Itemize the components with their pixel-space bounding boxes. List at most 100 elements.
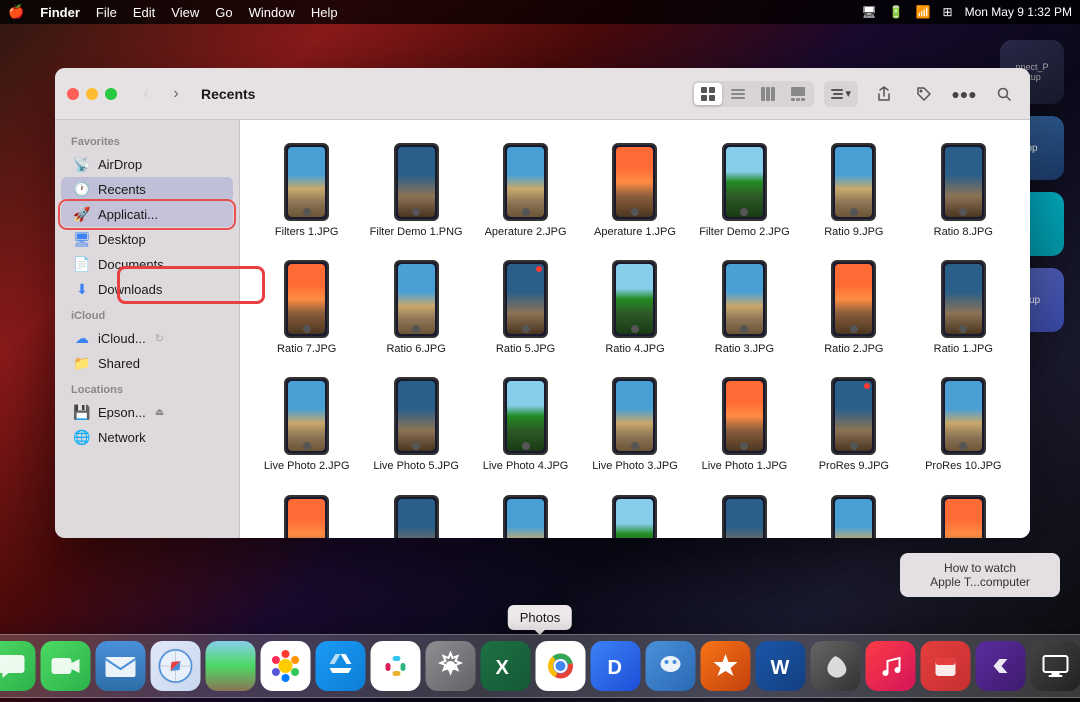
file-item-r4-7[interactable]	[913, 488, 1014, 538]
svg-text:D: D	[608, 657, 622, 679]
menu-file[interactable]: File	[96, 5, 117, 20]
app-name[interactable]: Finder	[40, 5, 80, 20]
file-item-prores10[interactable]: ProRes 10.JPG	[913, 370, 1014, 479]
music-icon	[866, 641, 916, 691]
finder-window: ‹ › Recents	[55, 68, 1030, 538]
forward-button[interactable]: ›	[163, 84, 189, 104]
dock-item-chrome[interactable]	[536, 641, 586, 691]
menu-help[interactable]: Help	[311, 5, 338, 20]
file-item-r4-5[interactable]	[694, 488, 795, 538]
dock-item-sparrow[interactable]	[811, 641, 861, 691]
dock-item-appstore[interactable]	[316, 641, 366, 691]
file-item-livephoto1[interactable]: Live Photo 1.JPG	[694, 370, 795, 479]
share-button[interactable]	[870, 80, 898, 108]
slack-icon	[371, 641, 421, 691]
file-item-livephoto4[interactable]: Live Photo 4.JPG	[475, 370, 576, 479]
dock-item-reeder[interactable]	[701, 641, 751, 691]
file-item-ratio7[interactable]: Ratio 7.JPG	[256, 253, 357, 362]
gallery-view-button[interactable]	[784, 83, 812, 105]
file-item-ratio5[interactable]: Ratio 5.JPG	[475, 253, 576, 362]
sidebar-item-recents[interactable]: 🕐 Recents	[61, 177, 233, 202]
dock-item-safari[interactable]	[151, 641, 201, 691]
dock-item-messages[interactable]	[0, 641, 36, 691]
share-icon	[876, 86, 892, 102]
close-button[interactable]	[67, 88, 79, 100]
dock-item-fantastical[interactable]	[921, 641, 971, 691]
dock-item-slack[interactable]	[371, 641, 421, 691]
file-item-r4-3[interactable]	[475, 488, 576, 538]
dock-item-excel[interactable]: X	[481, 641, 531, 691]
file-item-livephoto3[interactable]: Live Photo 3.JPG	[584, 370, 685, 479]
dock-item-shortcuts[interactable]	[976, 641, 1026, 691]
minimize-button[interactable]	[86, 88, 98, 100]
sidebar-item-icloud[interactable]: ☁ iCloud... ↻	[61, 326, 233, 351]
column-view-button[interactable]	[754, 83, 782, 105]
sidebar-item-downloads[interactable]: ⬇ Downloads	[61, 277, 233, 302]
sidebar-item-applications[interactable]: 🚀 Applicati...	[61, 202, 233, 227]
file-item-prores9[interactable]: ProRes 9.JPG	[803, 370, 904, 479]
sparrow-icon	[811, 641, 861, 691]
list-view-button[interactable]	[724, 83, 752, 105]
menu-go[interactable]: Go	[215, 5, 232, 20]
file-thumb	[814, 494, 894, 538]
sidebar-item-airdrop[interactable]: 📡 AirDrop	[61, 152, 233, 177]
search-button[interactable]	[990, 80, 1018, 108]
photos-icon	[261, 641, 311, 691]
sidebar-item-desktop[interactable]: 🖥 Desktop	[61, 227, 233, 252]
file-item-filterdemo1[interactable]: Filter Demo 1.PNG	[365, 136, 466, 245]
file-item-filterdemo2[interactable]: Filter Demo 2.JPG	[694, 136, 795, 245]
menu-window[interactable]: Window	[249, 5, 295, 20]
maximize-button[interactable]	[105, 88, 117, 100]
sidebar-item-documents[interactable]: 📄 Documents	[61, 252, 233, 277]
file-item-livephoto2[interactable]: Live Photo 2.JPG	[256, 370, 357, 479]
file-item-ratio9[interactable]: Ratio 9.JPG	[803, 136, 904, 245]
file-item-aperature2[interactable]: Aperature 2.JPG	[475, 136, 576, 245]
file-item-ratio6[interactable]: Ratio 6.JPG	[365, 253, 466, 362]
dock-item-screencapture[interactable]	[1031, 641, 1080, 691]
dock-item-facetime[interactable]	[41, 641, 91, 691]
menu-view[interactable]: View	[171, 5, 199, 20]
file-item-ratio2[interactable]: Ratio 2.JPG	[803, 253, 904, 362]
icon-view-button[interactable]	[694, 83, 722, 105]
dock-item-mail[interactable]	[96, 641, 146, 691]
back-button[interactable]: ‹	[133, 84, 159, 104]
file-name: Aperature 2.JPG	[485, 226, 567, 239]
menu-edit[interactable]: Edit	[133, 5, 155, 20]
file-item-r4-1[interactable]	[256, 488, 357, 538]
file-item-filters1[interactable]: Filters 1.JPG	[256, 136, 357, 245]
file-item-r4-4[interactable]	[584, 488, 685, 538]
dock-item-music[interactable]	[866, 641, 916, 691]
dock-item-word[interactable]: W	[756, 641, 806, 691]
desktop-sidebar-icon: 🖥	[73, 231, 91, 248]
group-by-button[interactable]: ▾	[824, 81, 858, 107]
dock-item-photos[interactable]	[261, 641, 311, 691]
file-item-r4-2[interactable]	[365, 488, 466, 538]
group-icon	[831, 88, 843, 100]
file-item-r4-6[interactable]	[803, 488, 904, 538]
reeder-icon	[701, 641, 751, 691]
descript-icon: D	[591, 641, 641, 691]
maps-icon	[206, 641, 256, 691]
sidebar-label-airdrop: AirDrop	[98, 157, 142, 172]
dock-item-tweetbot[interactable]	[646, 641, 696, 691]
file-item-ratio1[interactable]: Ratio 1.JPG	[913, 253, 1014, 362]
file-item-ratio8[interactable]: Ratio 8.JPG	[913, 136, 1014, 245]
file-item-ratio4[interactable]: Ratio 4.JPG	[584, 253, 685, 362]
airdrop-icon: 📡	[73, 156, 91, 173]
dock-item-descript[interactable]: D	[591, 641, 641, 691]
apple-menu[interactable]: 🍎	[8, 4, 24, 20]
dock-item-settings[interactable]	[426, 641, 476, 691]
sidebar-item-shared[interactable]: 📁 Shared	[61, 351, 233, 376]
more-options-button[interactable]: ●●●	[950, 80, 978, 108]
sidebar-item-network[interactable]: 🌐 Network	[61, 425, 233, 450]
file-item-livephoto5[interactable]: Live Photo 5.JPG	[365, 370, 466, 479]
sidebar-item-epson[interactable]: 💾 Epson... ⏏	[61, 400, 233, 425]
file-item-aperature1[interactable]: Aperature 1.JPG	[584, 136, 685, 245]
settings-icon	[426, 641, 476, 691]
file-thumb	[376, 376, 456, 456]
dock-item-maps[interactable]	[206, 641, 256, 691]
file-name: Ratio 4.JPG	[605, 343, 664, 356]
tag-button[interactable]	[910, 80, 938, 108]
control-center-icon[interactable]: ⊞	[943, 5, 953, 19]
file-item-ratio3[interactable]: Ratio 3.JPG	[694, 253, 795, 362]
